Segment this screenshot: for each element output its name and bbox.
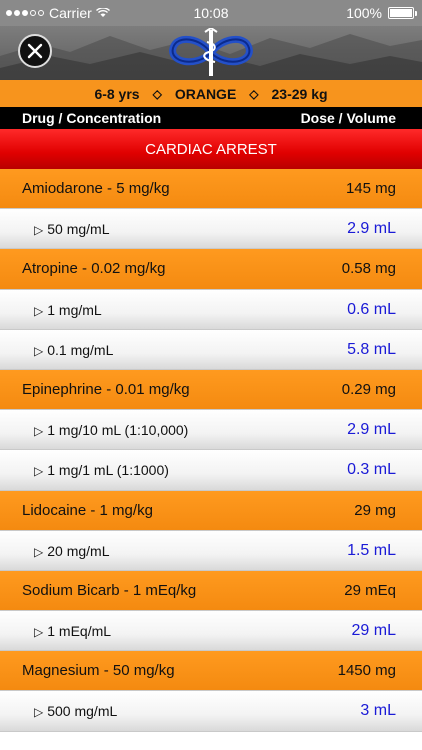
concentration-label: ▷ 500 mg/mL <box>34 703 117 719</box>
section-title: CARDIAC ARREST <box>145 140 277 158</box>
concentration-row[interactable]: ▷ 50 mg/mL 2.9 mL <box>0 209 422 250</box>
concentration-label: ▷ 1 mg/10 mL (1:10,000) <box>34 422 188 438</box>
triangle-right-icon: ▷ <box>34 705 44 720</box>
section-cardiac-arrest: CARDIAC ARREST <box>0 129 422 169</box>
weight-range: 23-29 kg <box>271 85 328 102</box>
drug-list: Amiodarone - 5 mg/kg 145 mg ▷ 50 mg/mL 2.9 m… <box>0 169 422 732</box>
drug-name: Lidocaine - 1 mg/kg <box>22 501 153 519</box>
triangle-right-icon: ▷ <box>34 464 44 479</box>
drug-row[interactable]: Epinephrine - 0.01 mg/kg 0.29 mg <box>0 369 422 411</box>
volume-value: 0.6 mL <box>347 300 396 318</box>
dose-value: 0.58 mg <box>341 260 396 278</box>
app-header <box>0 26 422 80</box>
concentration-text: 500 mg/mL <box>47 703 118 720</box>
volume-value: 1.5 mL <box>347 541 396 559</box>
dose-value: 0.29 mg <box>341 380 396 398</box>
age-range: 6-8 yrs <box>94 85 140 102</box>
diamond-separator-icon: ◇ <box>152 86 162 101</box>
volume-value: 5.8 mL <box>347 340 396 358</box>
color-zone: ORANGE <box>174 85 237 102</box>
dose-value: 29 mg <box>354 501 396 519</box>
volume-value: 2.9 mL <box>347 421 396 439</box>
volume-value: 29 mL <box>351 622 396 640</box>
concentration-row[interactable]: ▷ 500 mg/mL 3 mL <box>0 691 422 732</box>
triangle-right-icon: ▷ <box>34 424 44 439</box>
star-of-life-logo <box>169 28 253 76</box>
close-icon <box>27 43 43 59</box>
status-right: 100% <box>346 5 417 21</box>
dose-value: 1450 mg <box>337 662 396 680</box>
concentration-row[interactable]: ▷ 1 mg/1 mL (1:1000) 0.3 mL <box>0 450 422 491</box>
concentration-row[interactable]: ▷ 1 mEq/mL 29 mL <box>0 611 422 652</box>
concentration-row[interactable]: ▷ 0.1 mg/mL 5.8 mL <box>0 329 422 370</box>
triangle-right-icon: ▷ <box>34 303 44 318</box>
concentration-label: ▷ 1 mg/mL <box>34 302 102 318</box>
dose-value: 29 mEq <box>344 581 396 599</box>
drug-row[interactable]: Amiodarone - 5 mg/kg 145 mg <box>0 169 422 210</box>
concentration-row[interactable]: ▷ 20 mg/mL 1.5 mL <box>0 530 422 571</box>
concentration-label: ▷ 1 mg/1 mL (1:1000) <box>34 462 169 478</box>
close-button[interactable] <box>18 34 52 68</box>
drug-row[interactable]: Magnesium - 50 mg/kg 1450 mg <box>0 651 422 692</box>
concentration-text: 1 mg/10 mL (1:10,000) <box>47 422 189 439</box>
battery-percent: 100% <box>346 5 382 21</box>
diamond-separator-icon: ◇ <box>249 86 259 101</box>
column-dose-label: Dose / Volume <box>300 110 396 126</box>
volume-value: 0.3 mL <box>347 461 396 479</box>
dose-value: 145 mg <box>345 180 396 197</box>
drug-name: Sodium Bicarb - 1 mEq/kg <box>22 581 197 599</box>
triangle-right-icon: ▷ <box>34 544 44 559</box>
concentration-label: ▷ 20 mg/mL <box>34 543 109 559</box>
concentration-label: ▷ 0.1 mg/mL <box>34 342 113 358</box>
triangle-right-icon: ▷ <box>34 625 44 640</box>
concentration-text: 20 mg/mL <box>47 542 110 559</box>
concentration-text: 1 mg/mL <box>47 301 102 318</box>
volume-value: 2.9 mL <box>347 220 396 238</box>
concentration-text: 50 mg/mL <box>47 221 110 238</box>
concentration-text: 0.1 mg/mL <box>47 341 114 358</box>
battery-icon <box>388 7 417 19</box>
drug-name: Amiodarone - 5 mg/kg <box>22 180 170 197</box>
drug-name: Epinephrine - 0.01 mg/kg <box>22 380 190 398</box>
drug-row[interactable]: Atropine - 0.02 mg/kg 0.58 mg <box>0 249 422 290</box>
concentration-label: ▷ 1 mEq/mL <box>34 623 111 639</box>
concentration-text: 1 mg/1 mL (1:1000) <box>47 462 169 479</box>
triangle-right-icon: ▷ <box>34 343 44 358</box>
status-bar: Carrier 10:08 100% <box>0 0 422 26</box>
drug-name: Atropine - 0.02 mg/kg <box>22 260 166 278</box>
volume-value: 3 mL <box>360 702 396 720</box>
concentration-row[interactable]: ▷ 1 mg/mL 0.6 mL <box>0 289 422 330</box>
drug-row[interactable]: Lidocaine - 1 mg/kg 29 mg <box>0 490 422 531</box>
drug-row[interactable]: Sodium Bicarb - 1 mEq/kg 29 mEq <box>0 570 422 612</box>
concentration-label: ▷ 50 mg/mL <box>34 221 109 237</box>
drug-name: Magnesium - 50 mg/kg <box>22 662 175 680</box>
patient-info-bar: 6-8 yrs ◇ ORANGE ◇ 23-29 kg <box>0 80 422 107</box>
concentration-text: 1 mEq/mL <box>47 623 112 640</box>
triangle-right-icon: ▷ <box>34 223 44 238</box>
column-header: Drug / Concentration Dose / Volume <box>0 107 422 129</box>
column-drug-label: Drug / Concentration <box>22 110 162 126</box>
concentration-row[interactable]: ▷ 1 mg/10 mL (1:10,000) 2.9 mL <box>0 410 422 451</box>
